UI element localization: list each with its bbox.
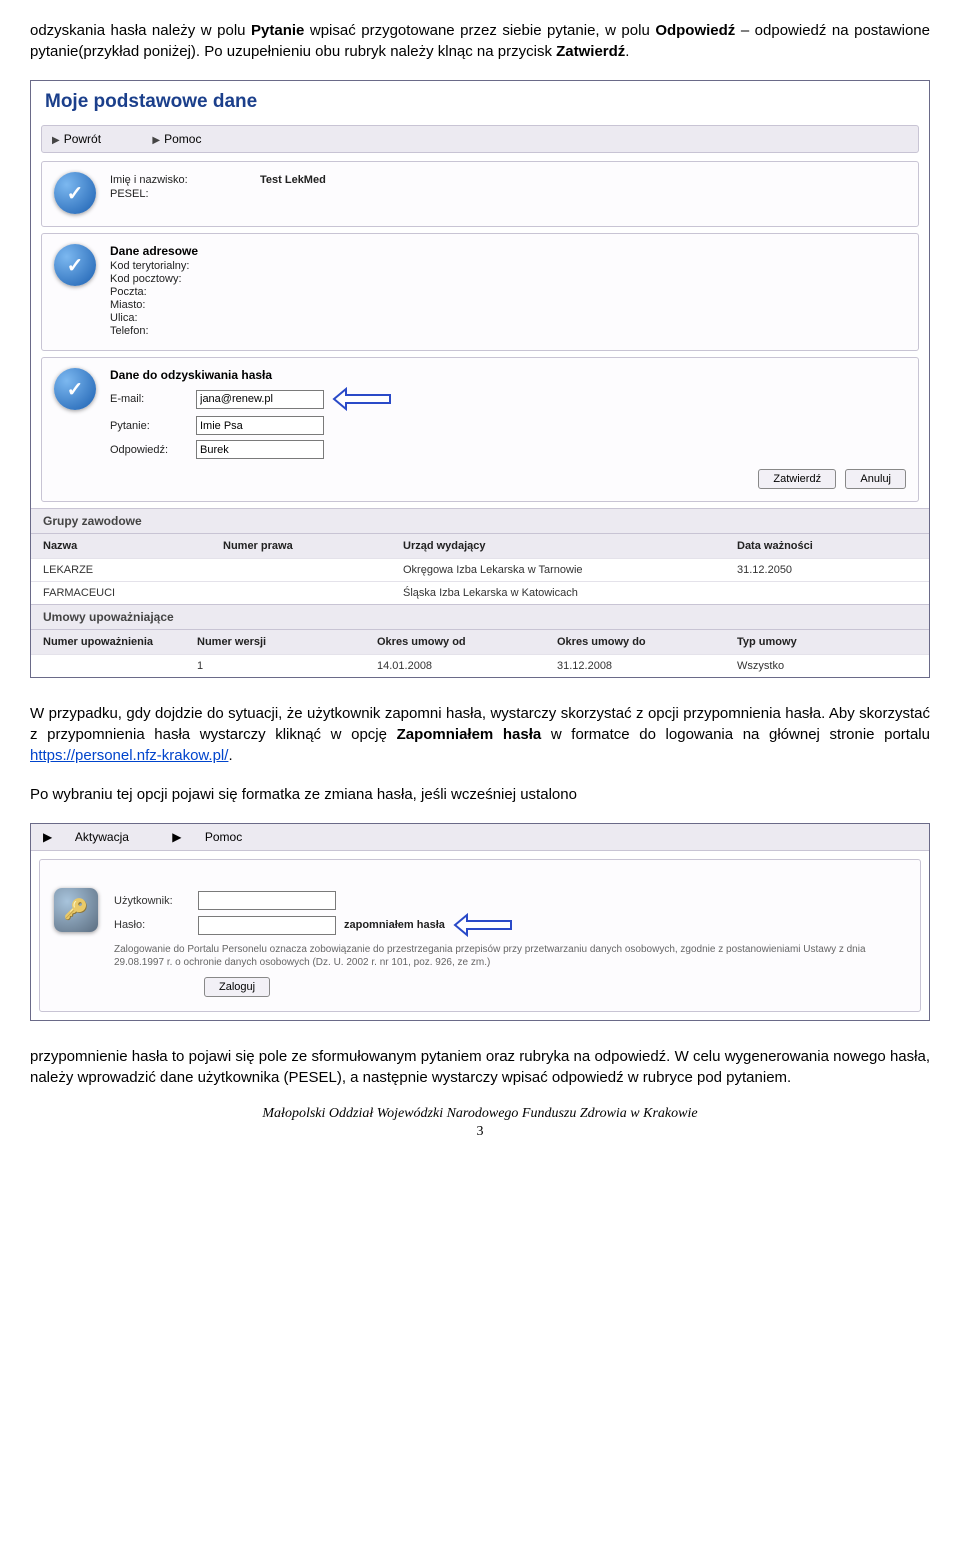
page-number: 3 [30, 1124, 930, 1140]
pass-label: Hasło: [114, 919, 198, 931]
contracts-header: Numer upoważnienia Numer wersji Okres um… [31, 630, 929, 654]
name-value: Test LekMed [260, 174, 326, 186]
check-icon [54, 244, 96, 286]
help-link[interactable]: ▶ Pomoc [172, 830, 262, 844]
login-panel: ▶ Aktywacja ▶ Pomoc Użytkownik: Hasło: z… [30, 823, 930, 1021]
password-input[interactable] [198, 916, 336, 935]
basic-data-panel: Moje podstawowe dane ▶Powrót ▶Pomoc Imię… [30, 80, 930, 678]
triangle-icon: ▶ [172, 830, 181, 844]
col: Okres umowy od [377, 636, 557, 648]
panel-toolbar: ▶Powrót ▶Pomoc [41, 125, 919, 153]
addr-field: Ulica: [110, 312, 906, 324]
login-toolbar: ▶ Aktywacja ▶ Pomoc [31, 824, 929, 851]
back-link[interactable]: ▶Powrót [52, 132, 125, 146]
identity-card: Imię i nazwisko: Test LekMed PESEL: [41, 161, 919, 227]
intro-paragraph: odzyskania hasła należy w polu Pytanie w… [30, 20, 930, 62]
groups-section: Grupy zawodowe [31, 508, 929, 534]
addr-field: Poczta: [110, 286, 906, 298]
cell: FARMACEUCI [43, 587, 223, 599]
triangle-icon: ▶ [43, 830, 52, 844]
arrow-callout-icon [332, 387, 392, 411]
user-label: Użytkownik: [114, 895, 198, 907]
cell: 31.12.2008 [557, 660, 737, 672]
footer-text: Małopolski Oddział Wojewódzki Narodowego… [30, 1106, 930, 1122]
confirm-button[interactable]: Zatwierdź [758, 469, 836, 489]
pesel-label: PESEL: [110, 188, 210, 200]
triangle-icon: ▶ [152, 135, 160, 146]
cell: Wszystko [737, 660, 917, 672]
col-date: Data ważności [737, 540, 917, 552]
addr-field: Miasto: [110, 299, 906, 311]
cancel-button[interactable]: Anuluj [845, 469, 906, 489]
col-office: Urząd wydający [403, 540, 737, 552]
mid-paragraph-2: Po wybraniu tej opcji pojawi się formatk… [30, 784, 930, 805]
addr-field: Kod pocztowy: [110, 273, 906, 285]
email-label: E-mail: [110, 393, 196, 405]
question-label: Pytanie: [110, 420, 196, 432]
portal-link[interactable]: https://personel.nfz-krakow.pl/ [30, 747, 228, 764]
cell [223, 587, 403, 599]
question-input[interactable] [196, 416, 324, 435]
legal-text: Zalogowanie do Portalu Personelu oznacza… [114, 943, 906, 969]
answer-input[interactable] [196, 440, 324, 459]
col-name: Nazwa [43, 540, 223, 552]
forgot-password-link[interactable]: zapomniałem hasła [344, 919, 445, 931]
activate-link[interactable]: ▶ Aktywacja [43, 830, 149, 844]
col: Numer wersji [197, 636, 377, 648]
addr-field: Telefon: [110, 325, 906, 337]
addr-field: Kod terytorialny: [110, 260, 906, 272]
table-row: 1 14.01.2008 31.12.2008 Wszystko [31, 654, 929, 677]
cell [737, 587, 917, 599]
cell: LEKARZE [43, 564, 223, 576]
check-icon [54, 368, 96, 410]
groups-header: Nazwa Numer prawa Urząd wydający Data wa… [31, 534, 929, 558]
address-card: Dane adresowe Kod terytorialny: Kod pocz… [41, 233, 919, 351]
email-input[interactable] [196, 390, 324, 409]
username-input[interactable] [198, 891, 336, 910]
cell: Śląska Izba Lekarska w Katowicach [403, 587, 737, 599]
check-icon [54, 172, 96, 214]
table-row: FARMACEUCI Śląska Izba Lekarska w Katowi… [31, 581, 929, 604]
cell: Okręgowa Izba Lekarska w Tarnowie [403, 564, 737, 576]
login-button[interactable]: Zaloguj [204, 977, 270, 997]
cell [43, 660, 197, 672]
col: Typ umowy [737, 636, 917, 648]
col: Numer upoważnienia [43, 636, 197, 648]
arrow-callout-icon [453, 913, 513, 937]
cell: 31.12.2050 [737, 564, 917, 576]
mid-paragraph: W przypadku, gdy dojdzie do sytuacji, że… [30, 703, 930, 766]
recovery-card: Dane do odzyskiwania hasła E-mail: Pytan… [41, 357, 919, 502]
recovery-title: Dane do odzyskiwania hasła [110, 368, 906, 382]
end-paragraph: przypomnienie hasła to pojawi się pole z… [30, 1046, 930, 1088]
col: Okres umowy do [557, 636, 737, 648]
table-row: LEKARZE Okręgowa Izba Lekarska w Tarnowi… [31, 558, 929, 581]
triangle-icon: ▶ [52, 135, 60, 146]
cell: 14.01.2008 [377, 660, 557, 672]
cell: 1 [197, 660, 377, 672]
cell [223, 564, 403, 576]
key-icon [54, 888, 98, 932]
contracts-section: Umowy upoważniające [31, 604, 929, 630]
answer-label: Odpowiedź: [110, 444, 196, 456]
name-label: Imię i nazwisko: [110, 174, 210, 186]
col-num: Numer prawa [223, 540, 403, 552]
help-link[interactable]: ▶Pomoc [152, 132, 225, 146]
panel-title: Moje podstawowe dane [31, 81, 929, 119]
address-title: Dane adresowe [110, 244, 906, 258]
